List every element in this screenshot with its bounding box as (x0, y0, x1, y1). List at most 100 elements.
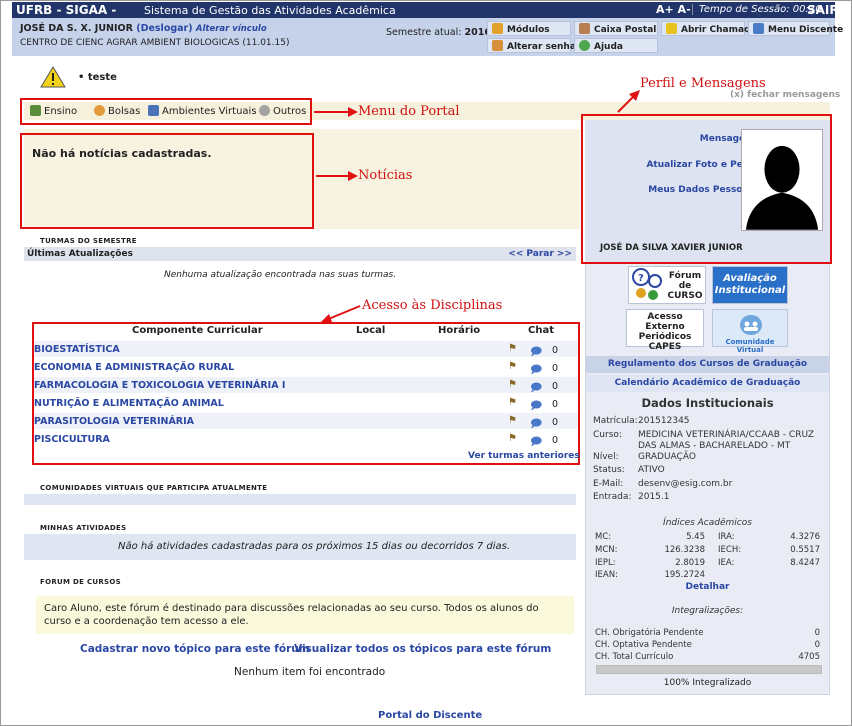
status-value: ATIVO (638, 465, 665, 475)
alert-message: • teste (78, 72, 117, 83)
institutional-title: Dados Institucionais (641, 396, 774, 410)
chat-icon[interactable]: 🗩 (530, 433, 542, 452)
updates-header: Últimas Atualizações << Parar >> (24, 247, 576, 261)
ch-optativa-label: CH. Optativa Pendente (595, 640, 692, 650)
matricula-label: Matrícula: (593, 416, 638, 426)
course-row: FARMACOLOGIA E TOXICOLOGIA VETERINÁRIA I… (34, 377, 578, 394)
annotation-box-menu (20, 98, 312, 125)
header-local: Local (356, 325, 386, 336)
alterar-senha-label: Alterar senha (507, 42, 576, 52)
entrada-label: Entrada: (593, 492, 632, 502)
course-row: BIOESTATÍSTICA ⚑ 🗩 0 (34, 341, 578, 358)
key-icon (492, 40, 503, 51)
ajuda-button[interactable]: Ajuda (574, 38, 658, 53)
course-link[interactable]: BIOESTATÍSTICA (34, 344, 120, 355)
forum-curso-text: Fórum de CURSO (667, 271, 703, 301)
course-row: PARASITOLOGIA VETERINÁRIA ⚑ 🗩 0 (34, 413, 578, 430)
ticket-icon (666, 23, 677, 34)
header-chat: Chat (528, 325, 554, 336)
course-row: ECONOMIA E ADMINISTRAÇÃO RURAL ⚑ 🗩 0 (34, 359, 578, 376)
close-messages-link[interactable]: (x) fechar mensagens (730, 90, 840, 100)
integralizacoes-title: Integralizações: (671, 606, 744, 616)
view-topics-link[interactable]: Visualizar todos os tópicos para este fó… (294, 643, 551, 655)
curso-label: Curso: (593, 430, 622, 440)
forum-curso-logo[interactable]: ? Fórum de CURSO (628, 266, 706, 304)
annotation-box-profile (581, 114, 832, 264)
capes-logo[interactable]: Acesso Externo Periódicos CAPES (626, 309, 704, 352)
header-componente: Componente Curricular (132, 325, 263, 336)
mc-label: MC: (595, 532, 612, 542)
alterar-vinculo-link[interactable]: Alterar vínculo (196, 24, 267, 34)
caixa-postal-label: Caixa Postal (594, 25, 657, 35)
detalhar-link[interactable]: Detalhar (586, 582, 829, 592)
forum-message: Caro Aluno, este fórum é destinado para … (36, 596, 574, 634)
avaliacao-logo[interactable]: Avaliação Institucional (712, 266, 788, 304)
previous-classes-link[interactable]: Ver turmas anteriores (468, 451, 580, 461)
course-link[interactable]: NUTRIÇÃO E ALIMENTAÇÃO ANIMAL (34, 398, 224, 409)
warning-icon (40, 66, 66, 88)
comunidades-title: Comunidades Virtuais que participa atual… (40, 484, 268, 492)
forum-icon[interactable]: ⚑ (508, 415, 517, 426)
font-size-control[interactable]: A+ A- (656, 3, 691, 16)
annotation-menu-label: Menu do Portal (358, 104, 460, 119)
forum-empty-text: Nenhum item foi encontrado (234, 666, 386, 678)
iea-value: 8.4247 (790, 558, 820, 568)
semester-label: Semestre atual: (386, 27, 462, 38)
community-icon (740, 315, 762, 335)
ajuda-label: Ajuda (594, 42, 623, 52)
caixa-postal-button[interactable]: Caixa Postal (574, 21, 658, 36)
no-updates-text: Nenhuma atualização encontrada nas suas … (164, 270, 397, 280)
integralizacao-progress-fill (597, 666, 821, 673)
logout-button[interactable]: SAIR (807, 3, 839, 17)
modulos-label: Módulos (507, 25, 550, 35)
updates-title: Últimas Atualizações (27, 249, 133, 259)
annotation-arrow-profile (617, 90, 640, 113)
regulamento-link[interactable]: Regulamento dos Cursos de Graduação (586, 356, 829, 373)
integralizacao-progress-bar (596, 665, 822, 674)
stop-updates-link[interactable]: << Parar >> (508, 249, 572, 259)
forum-icon[interactable]: ⚑ (508, 397, 517, 408)
atividades-panel: Não há atividades cadastradas para os pr… (24, 534, 576, 560)
user-name: JOSÉ DA S. X. JUNIOR (20, 23, 133, 34)
integralizacao-percent: 100% Integralizado (663, 678, 752, 688)
chat-count: 0 (552, 363, 559, 374)
curso-value: MEDICINA VETERINÁRIA/CCAAB - CRUZ DAS AL… (638, 430, 815, 451)
user-line: JOSÉ DA S. X. JUNIOR (Deslogar) Alterar … (20, 23, 267, 34)
chat-count: 0 (552, 345, 559, 356)
menu-discente-button[interactable]: Menu Discente (748, 21, 843, 36)
atividades-title: Minhas atividades (40, 524, 127, 532)
forum-icon[interactable]: ⚑ (508, 433, 517, 444)
annotation-arrow-news (316, 171, 358, 181)
modulos-button[interactable]: Módulos (487, 21, 571, 36)
deslogar-link[interactable]: (Deslogar) (136, 23, 192, 34)
course-link[interactable]: PARASITOLOGIA VETERINÁRIA (34, 416, 194, 427)
ch-obrigatoria-label: CH. Obrigatória Pendente (595, 628, 704, 638)
help-icon (579, 40, 590, 51)
modules-icon (492, 23, 503, 34)
forum-icon[interactable]: ⚑ (508, 379, 517, 390)
forum-icon[interactable]: ⚑ (508, 361, 517, 372)
ira-label: IRA: (718, 532, 735, 542)
email-value: desenv@esig.com.br (638, 479, 733, 489)
course-link[interactable]: PISCICULTURA (34, 434, 110, 445)
header-horario: Horário (438, 325, 481, 336)
annotation-box-news (20, 133, 314, 229)
portal-discente-link[interactable]: Portal do Discente (378, 710, 482, 721)
alterar-senha-button[interactable]: Alterar senha (487, 38, 576, 53)
turmas-section-title: Turmas do Semestre (40, 237, 137, 245)
abrir-chamado-button[interactable]: Abrir Chamado (661, 21, 757, 36)
footer: Portal do Discente (14, 706, 834, 721)
status-label: Status: (593, 465, 625, 475)
menu-discente-label: Menu Discente (768, 25, 844, 35)
forum-icon[interactable]: ⚑ (508, 343, 517, 354)
ch-total-value: 4705 (798, 652, 820, 662)
course-link[interactable]: FARMACOLOGIA E TOXICOLOGIA VETERINÁRIA I (34, 380, 285, 391)
calendario-link[interactable]: Calendário Acadêmico de Graduação (586, 375, 829, 392)
course-link[interactable]: ECONOMIA E ADMINISTRAÇÃO RURAL (34, 362, 234, 373)
mcn-value: 126.3238 (664, 545, 705, 555)
iea-label: IEA: (718, 558, 735, 568)
comunidade-virtual-logo[interactable]: Comunidade Virtual (712, 309, 788, 354)
iepl-value: 2.8019 (675, 558, 705, 568)
forum-title: Forum de Cursos (40, 578, 121, 586)
new-topic-link[interactable]: Cadastrar novo tópico para este fórum (80, 643, 310, 655)
